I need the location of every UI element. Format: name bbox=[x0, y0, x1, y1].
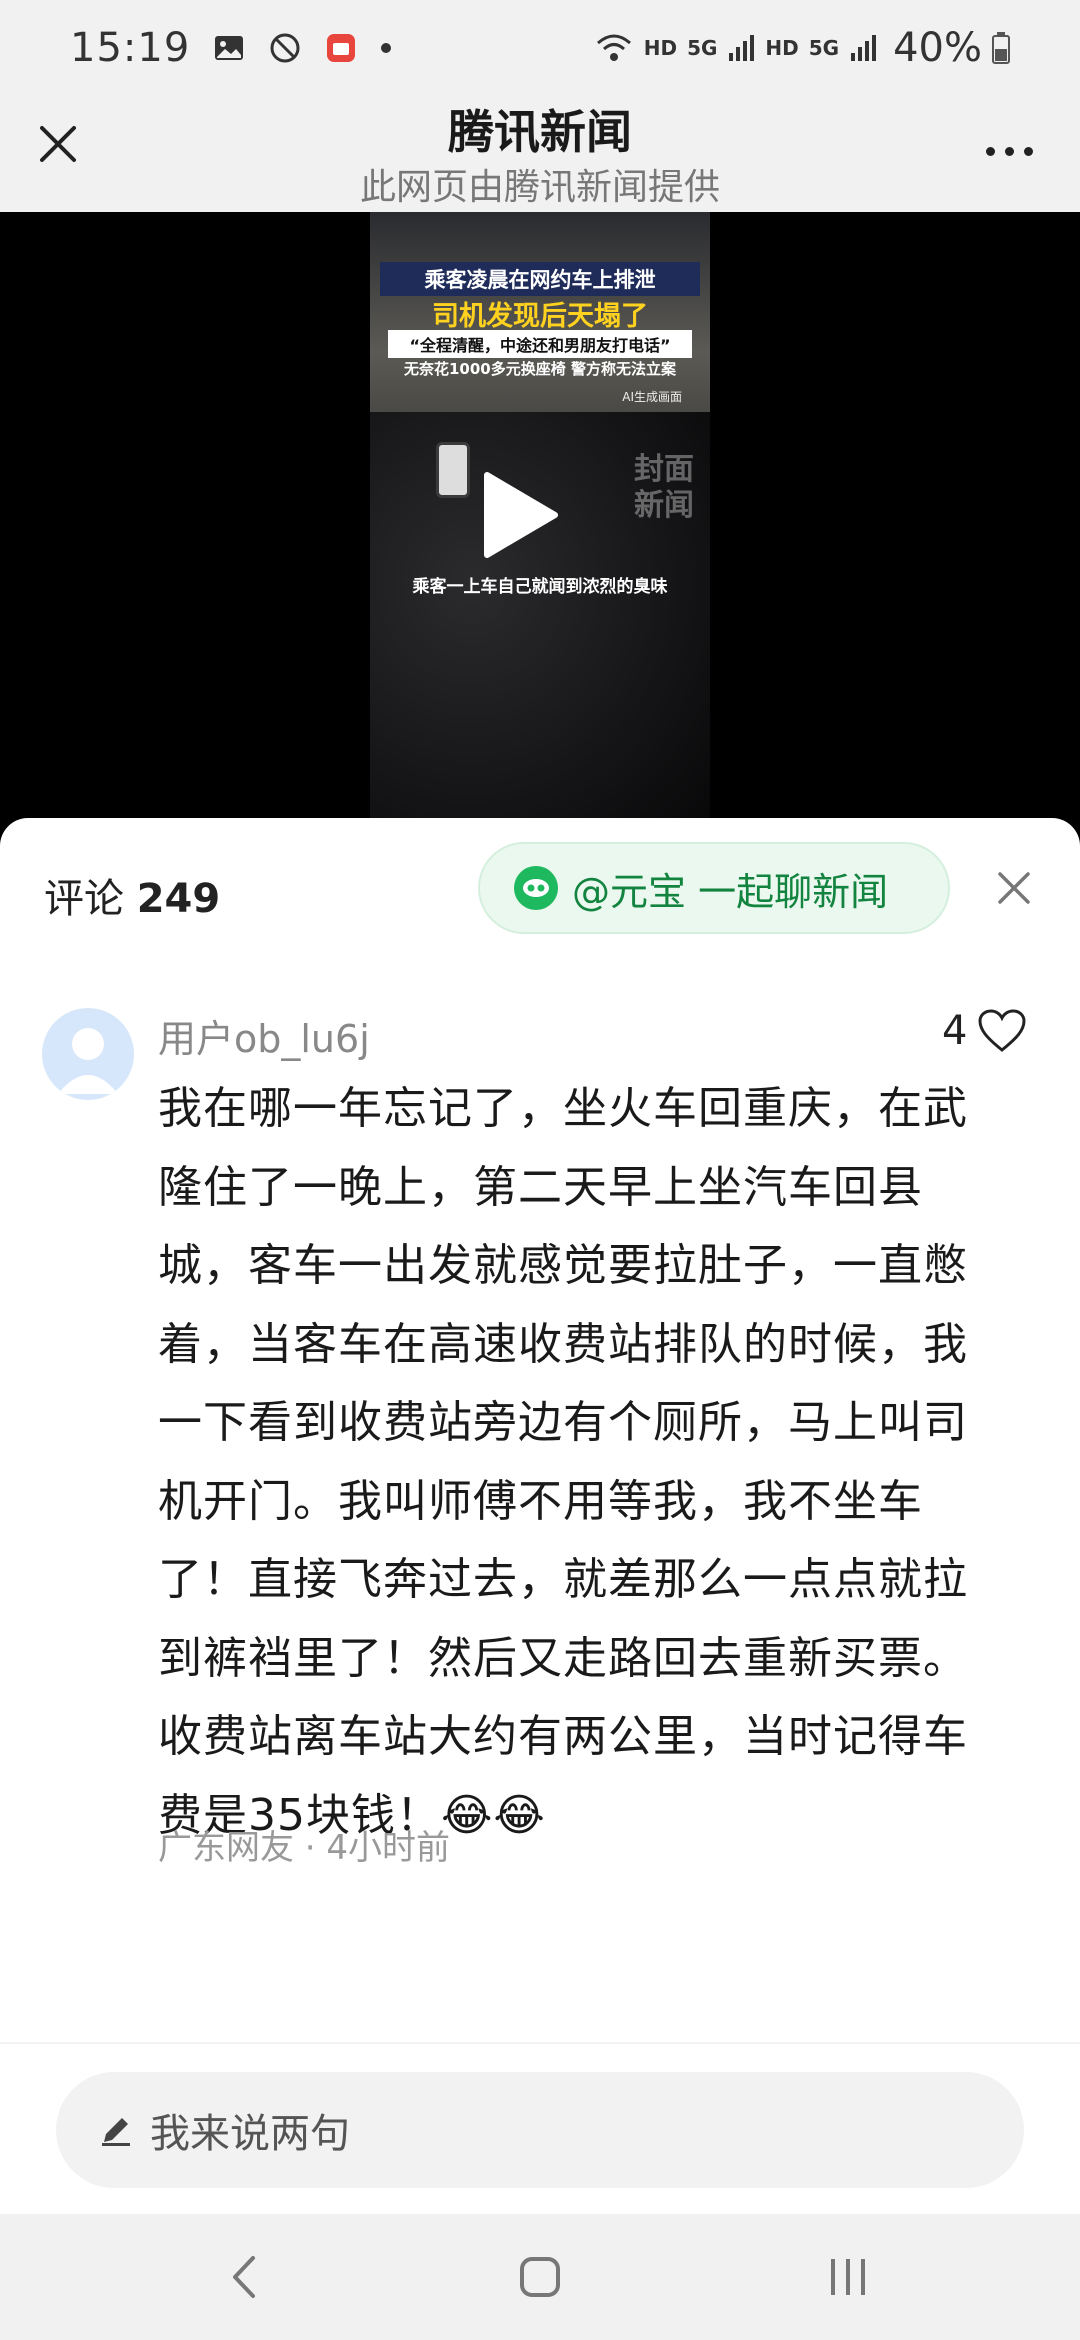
dot-icon bbox=[381, 43, 392, 53]
comment-input-placeholder: 我来说两句 bbox=[150, 2111, 350, 2157]
back-button[interactable] bbox=[205, 2242, 285, 2312]
default-avatar-icon bbox=[58, 1028, 118, 1094]
more-dot-icon bbox=[1023, 146, 1033, 156]
home-button[interactable] bbox=[500, 2242, 580, 2312]
battery-percent: 40% bbox=[893, 25, 982, 71]
back-icon bbox=[233, 2256, 255, 2298]
comments-header: 评论 249 bbox=[44, 866, 220, 924]
video-thumbnail: 乘客凌晨在网约车上排泄 司机发现后天塌了 “全程清醒，中途还和男朋友打电话” 无… bbox=[370, 212, 710, 838]
network-label-1: 5G bbox=[687, 36, 718, 60]
yuanbao-icon bbox=[514, 866, 558, 910]
signal-icon bbox=[729, 35, 755, 61]
image-icon bbox=[215, 36, 244, 60]
play-button[interactable] bbox=[460, 460, 570, 570]
close-comments-button[interactable] bbox=[988, 862, 1040, 914]
hd-label-1: HD bbox=[643, 36, 678, 60]
video-quote: “全程清醒，中途还和男朋友打电话” bbox=[388, 330, 692, 358]
comment-meta: 广东网友 · 4小时前 bbox=[158, 1828, 451, 1868]
network-label-2: 5G bbox=[808, 36, 840, 60]
comments-label: 评论 bbox=[44, 876, 124, 922]
app-notification-icon bbox=[327, 34, 356, 62]
close-icon bbox=[998, 872, 1030, 904]
more-options-button[interactable] bbox=[974, 126, 1044, 176]
like-count: 4 bbox=[942, 1008, 968, 1054]
home-icon bbox=[520, 2257, 560, 2297]
status-notification-icons bbox=[212, 31, 392, 65]
system-nav-bar bbox=[0, 2214, 1080, 2340]
comments-count: 249 bbox=[136, 876, 221, 922]
video-headline-2: 司机发现后天塌了 bbox=[432, 301, 648, 332]
yuanbao-label: @元宝 一起聊新闻 bbox=[572, 869, 889, 914]
more-dot-icon bbox=[1004, 146, 1014, 156]
like-button[interactable]: 4 bbox=[942, 1008, 1027, 1054]
page-subtitle: 此网页由腾讯新闻提供 bbox=[359, 167, 720, 208]
more-dot-icon bbox=[985, 146, 995, 156]
comment-input[interactable]: 我来说两句 bbox=[56, 2072, 1024, 2188]
comment-body: 我在哪一年忘记了，坐火车回重庆，在武隆住了一晚上，第二天早上坐汽车回县城，客车一… bbox=[158, 1083, 968, 1841]
video-subheadline: 无奈花1000多元换座椅 警方称无法立案 bbox=[404, 360, 676, 378]
comments-sheet: 评论 249 @元宝 一起聊新闻 用户ob_lu6j 4 我在哪一年忘记了，坐火… bbox=[0, 818, 1080, 2214]
status-bar: 15:19 HD 5G HD 5G 40% bbox=[0, 0, 1080, 96]
video-caption: 乘客一上车自己就闻到浓烈的臭味 bbox=[412, 577, 668, 597]
signal-icon-2 bbox=[851, 35, 877, 61]
status-right: HD 5G HD 5G 40% bbox=[594, 25, 1010, 71]
avatar[interactable] bbox=[42, 1008, 134, 1100]
pen-icon bbox=[96, 2110, 136, 2150]
status-time: 15:19 bbox=[70, 25, 191, 71]
recent-apps-button[interactable] bbox=[808, 2242, 888, 2312]
play-icon bbox=[484, 472, 558, 558]
divider bbox=[0, 2042, 1080, 2044]
video-headline-1: 乘客凌晨在网约车上排泄 bbox=[380, 262, 700, 296]
page-title: 腾讯新闻 bbox=[448, 105, 632, 159]
comment-username[interactable]: 用户ob_lu6j bbox=[158, 1008, 370, 1063]
heart-icon bbox=[978, 1009, 1026, 1052]
browser-header: 腾讯新闻 此网页由腾讯新闻提供 bbox=[0, 96, 1080, 212]
ai-generated-note: AI生成画面 bbox=[622, 390, 682, 404]
yuanbao-chat-button[interactable]: @元宝 一起聊新闻 bbox=[478, 842, 950, 934]
battery-icon bbox=[992, 32, 1010, 64]
watermark-logo: 封面新闻 bbox=[634, 452, 694, 523]
recent-apps-icon bbox=[831, 2259, 865, 2295]
wifi-icon bbox=[596, 34, 631, 61]
video-player[interactable]: 乘客凌晨在网约车上排泄 司机发现后天塌了 “全程清醒，中途还和男朋友打电话” 无… bbox=[0, 212, 1080, 838]
hd-label-2: HD bbox=[765, 36, 799, 60]
do-not-disturb-icon bbox=[270, 33, 300, 63]
